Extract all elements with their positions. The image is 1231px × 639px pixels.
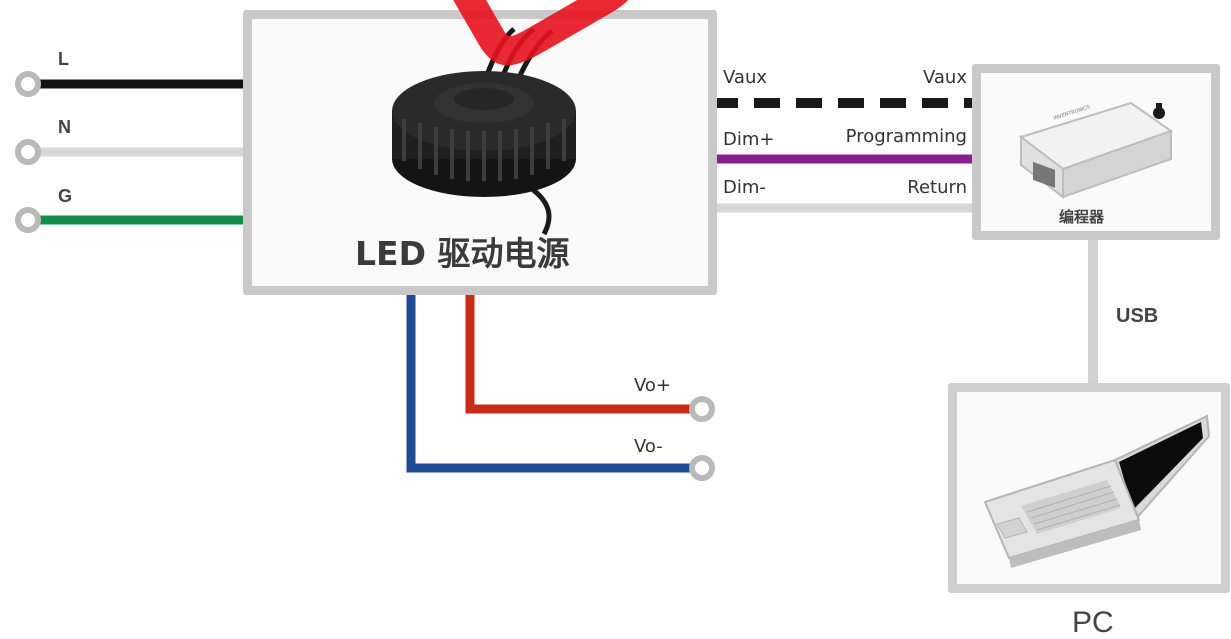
terminal-l (15, 71, 41, 97)
terminal-n-label: N (58, 117, 71, 137)
programmer-box: INVENTRONICS 编程器 (972, 64, 1220, 240)
terminal-vo-minus (689, 455, 715, 481)
pc-box (948, 383, 1230, 593)
pc-label: PC (1072, 606, 1114, 639)
programming-label: Programming (845, 126, 967, 147)
programmer-label: 编程器 (1059, 208, 1105, 226)
terminal-vo-plus (689, 396, 715, 422)
vo-minus-label: Vo- (634, 436, 663, 457)
dim-plus-label: Dim+ (723, 129, 775, 150)
terminal-l-label: L (58, 49, 69, 69)
dim-minus-label: Dim- (723, 177, 766, 198)
vo-plus-label: Vo+ (634, 375, 672, 396)
return-label: Return (907, 177, 967, 198)
laptop-icon (983, 414, 1211, 568)
terminal-g (15, 207, 41, 233)
vaux-programmer-label: Vaux (922, 67, 967, 88)
driver-label: LED 驱动电源 (355, 234, 570, 273)
vaux-driver-label: Vaux (723, 67, 768, 88)
terminal-g-label: G (58, 186, 73, 206)
usb-label: USB (1116, 305, 1159, 327)
terminal-n (15, 139, 41, 165)
